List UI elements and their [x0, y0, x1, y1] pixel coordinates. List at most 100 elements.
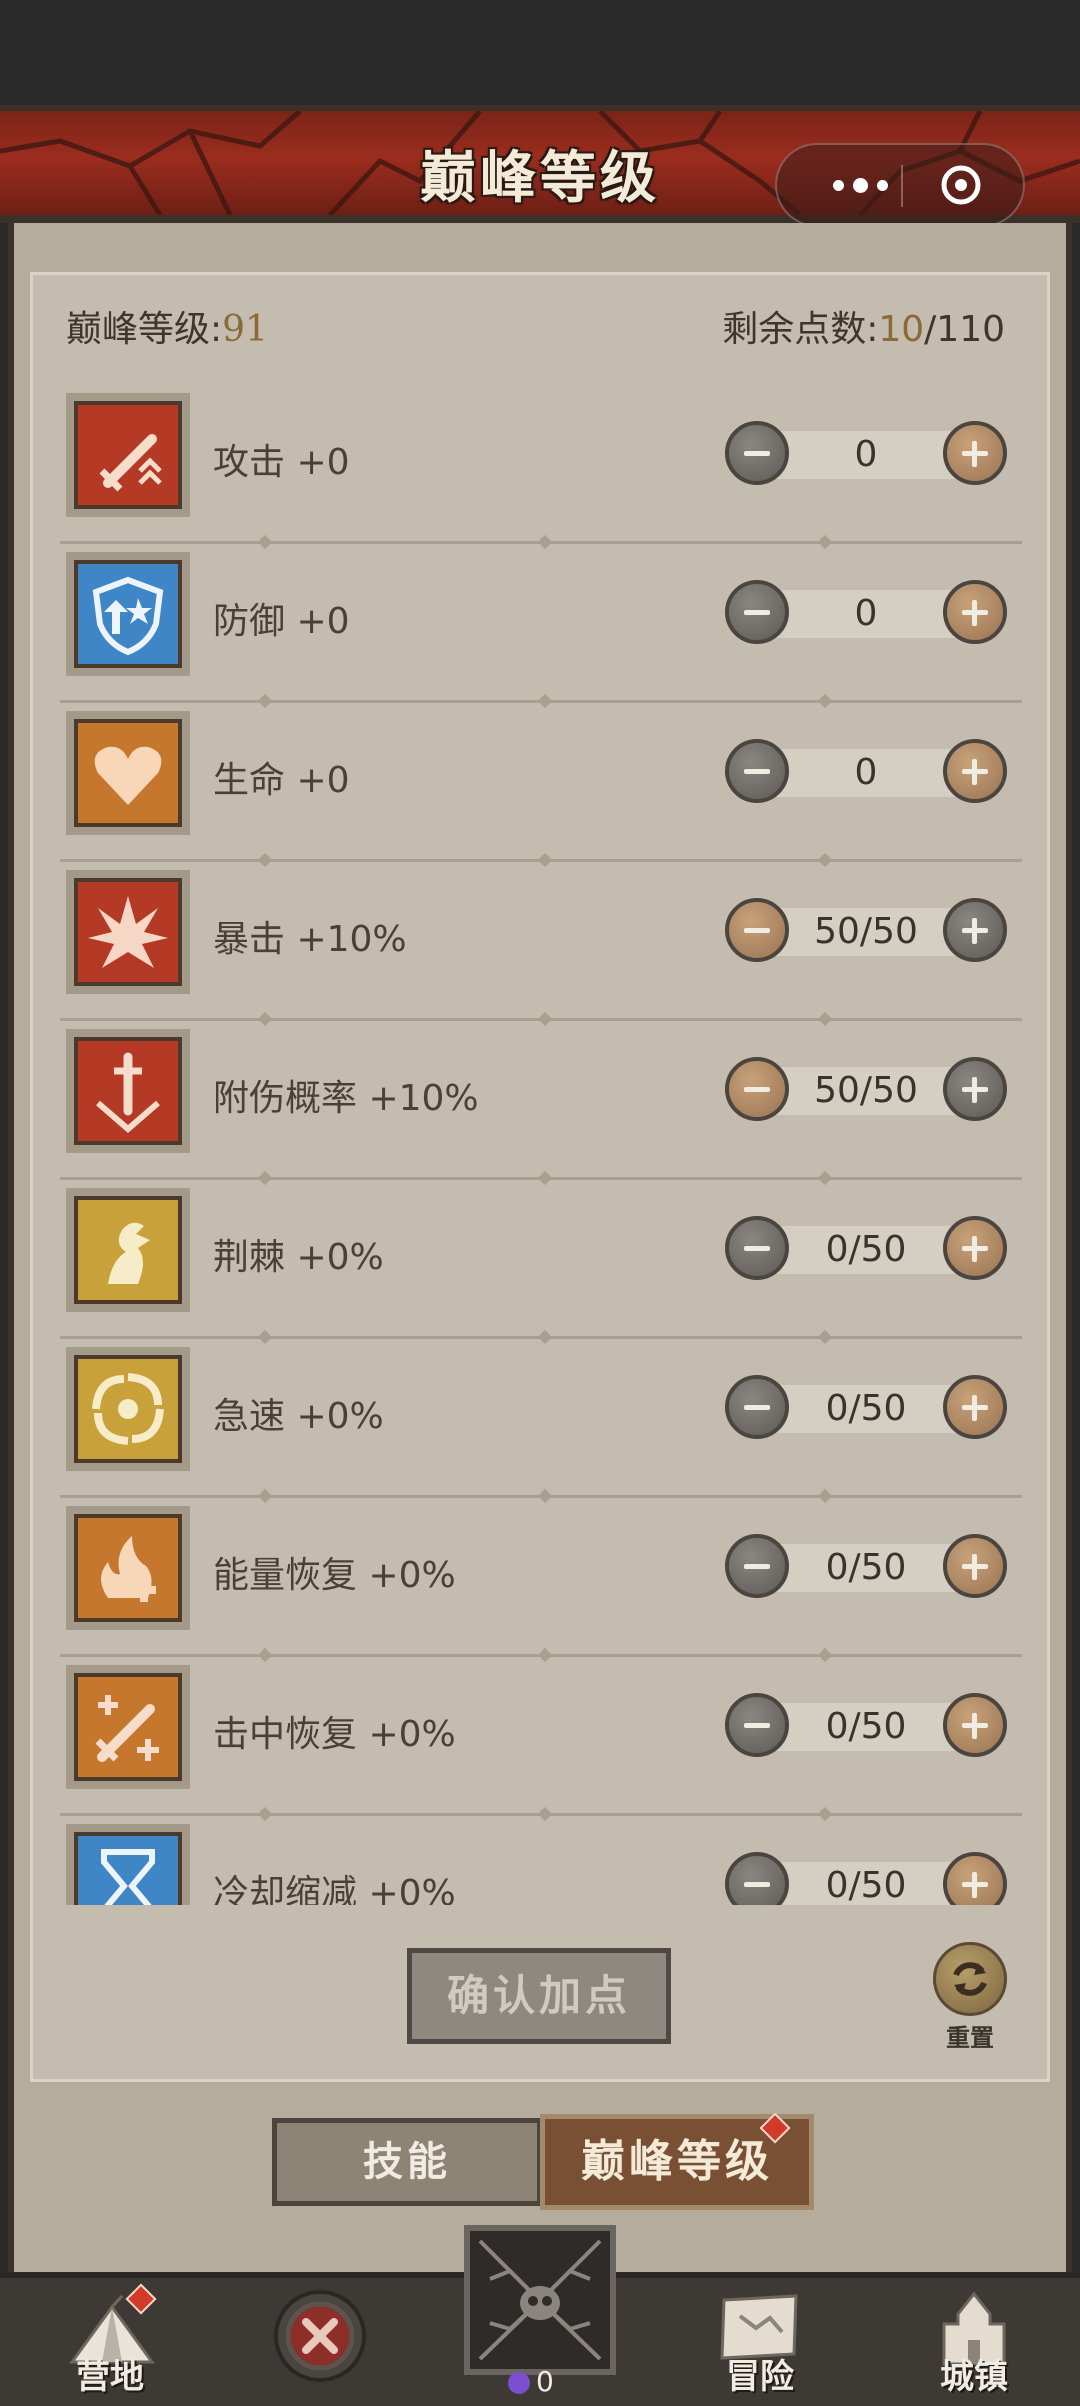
capsule-divider	[901, 165, 903, 207]
plus-button[interactable]	[943, 1693, 1007, 1757]
reset-label: 重置	[946, 2024, 994, 2052]
minus-icon	[744, 1882, 770, 1887]
minus-button[interactable]	[725, 1534, 789, 1598]
tab-skills[interactable]: 技能	[272, 2118, 542, 2206]
stat-row: 急速 +0% 0/50	[60, 1339, 1022, 1504]
thorn-icon	[74, 1196, 182, 1304]
plus-button[interactable]	[943, 1852, 1007, 1905]
stat-stepper: 0/50	[725, 1216, 1007, 1282]
sword-down-icon	[74, 1037, 182, 1145]
plus-icon-stem	[972, 759, 977, 785]
stat-row: 暴击 +10% 50/50	[60, 862, 1022, 1027]
stat-row: 防御 +0 0	[60, 544, 1022, 709]
stat-icon-frame	[66, 1506, 190, 1630]
peak-level-label: 巅峰等级:	[66, 309, 223, 350]
minus-icon	[744, 769, 770, 774]
plus-button[interactable]	[943, 1375, 1007, 1439]
stat-label: 荆棘 +0%	[213, 1237, 384, 1278]
crossed-swords-icon	[274, 2290, 366, 2382]
stat-row: 击中恢复 +0% 0/50	[60, 1657, 1022, 1822]
nav-town[interactable]: 城镇	[904, 2280, 1044, 2400]
stat-icon-frame	[66, 1347, 190, 1471]
nav-camp-label: 营地	[76, 2357, 144, 2397]
stat-label: 暴击 +10%	[213, 919, 407, 960]
gem-count-value: 0	[536, 2365, 554, 2398]
plus-icon-stem	[972, 1077, 977, 1103]
remaining-points-label: 剩余点数:	[722, 309, 879, 350]
plus-icon-stem	[972, 441, 977, 467]
nav-battle[interactable]	[250, 2280, 390, 2400]
stat-list[interactable]: 攻击 +0 0 防御 +0 0 生命 +0 0 暴击 +10% 50/50 附伤概率 +10% 5…	[60, 385, 1022, 1905]
minus-button[interactable]	[725, 898, 789, 962]
minus-icon	[744, 1246, 770, 1251]
minus-icon	[744, 1087, 770, 1092]
gem-counter: 0	[508, 2365, 554, 2398]
plus-icon-stem	[972, 1872, 977, 1898]
stat-icon-frame	[66, 1665, 190, 1789]
shield-up-icon	[74, 560, 182, 668]
stat-stepper: 50/50	[725, 1057, 1007, 1123]
nav-adventure-label: 冒险	[726, 2357, 794, 2397]
minus-button[interactable]	[725, 421, 789, 485]
nav-camp[interactable]: 营地	[40, 2280, 180, 2400]
stat-row: 攻击 +0 0	[60, 385, 1022, 550]
stat-row: 生命 +0 0	[60, 703, 1022, 868]
burst-icon	[74, 878, 182, 986]
stat-label: 攻击 +0	[213, 442, 350, 483]
hourglass-icon	[74, 1832, 182, 1905]
stat-stepper: 0	[725, 739, 1007, 805]
stat-label: 击中恢复 +0%	[213, 1714, 456, 1755]
stat-stepper: 0	[725, 421, 1007, 487]
minus-icon	[744, 451, 770, 456]
plus-icon-stem	[972, 1236, 977, 1262]
nav-town-label: 城镇	[940, 2357, 1008, 2397]
peak-level-value: 91	[222, 309, 268, 350]
minus-button[interactable]	[725, 1216, 789, 1280]
stat-label: 能量恢复 +0%	[213, 1555, 456, 1596]
dot	[832, 179, 844, 191]
sword-plus-icon	[74, 1673, 182, 1781]
stat-stepper: 0	[725, 580, 1007, 646]
plus-button[interactable]	[943, 421, 1007, 485]
stat-icon-frame	[66, 552, 190, 676]
stat-icon-frame	[66, 393, 190, 517]
remaining-points-total: /110	[924, 309, 1005, 350]
minus-icon	[744, 1564, 770, 1569]
minus-button[interactable]	[725, 1693, 789, 1757]
stat-row: 附伤概率 +10% 50/50	[60, 1021, 1022, 1186]
dot	[852, 177, 868, 193]
nav-adventure[interactable]: 冒险	[690, 2280, 830, 2400]
stat-stepper: 0/50	[725, 1852, 1007, 1905]
close-target-icon[interactable]	[939, 163, 983, 207]
stat-stepper: 0/50	[725, 1693, 1007, 1759]
plus-button[interactable]	[943, 1057, 1007, 1121]
minus-button[interactable]	[725, 1852, 789, 1905]
plus-button[interactable]	[943, 898, 1007, 962]
sword-up-icon	[74, 401, 182, 509]
boss-slot[interactable]	[464, 2225, 616, 2375]
stat-stepper: 50/50	[725, 898, 1007, 964]
plus-button[interactable]	[943, 1216, 1007, 1280]
stat-label: 附伤概率 +10%	[213, 1078, 479, 1119]
dot	[876, 179, 888, 191]
remaining-points-summary: 剩余点数:10/110	[722, 300, 1005, 352]
plus-button[interactable]	[943, 580, 1007, 644]
plus-button[interactable]	[943, 739, 1007, 803]
more-menu-button[interactable]	[805, 163, 915, 207]
spider-skull-icon	[478, 2239, 602, 2361]
minus-icon	[744, 1723, 770, 1728]
stat-icon-frame	[66, 1824, 190, 1905]
stat-label: 防御 +0	[213, 601, 350, 642]
minus-button[interactable]	[725, 739, 789, 803]
reset-button[interactable]: 重置	[930, 1942, 1010, 2052]
stat-icon-frame	[66, 1188, 190, 1312]
swirl-icon	[74, 1355, 182, 1463]
plus-button[interactable]	[943, 1534, 1007, 1598]
stat-stepper: 0/50	[725, 1375, 1007, 1441]
confirm-points-button[interactable]: 确认加点	[407, 1948, 671, 2044]
minus-button[interactable]	[725, 1375, 789, 1439]
flame-plus-icon	[74, 1514, 182, 1622]
stat-label: 急速 +0%	[213, 1396, 384, 1437]
minus-button[interactable]	[725, 580, 789, 644]
minus-button[interactable]	[725, 1057, 789, 1121]
